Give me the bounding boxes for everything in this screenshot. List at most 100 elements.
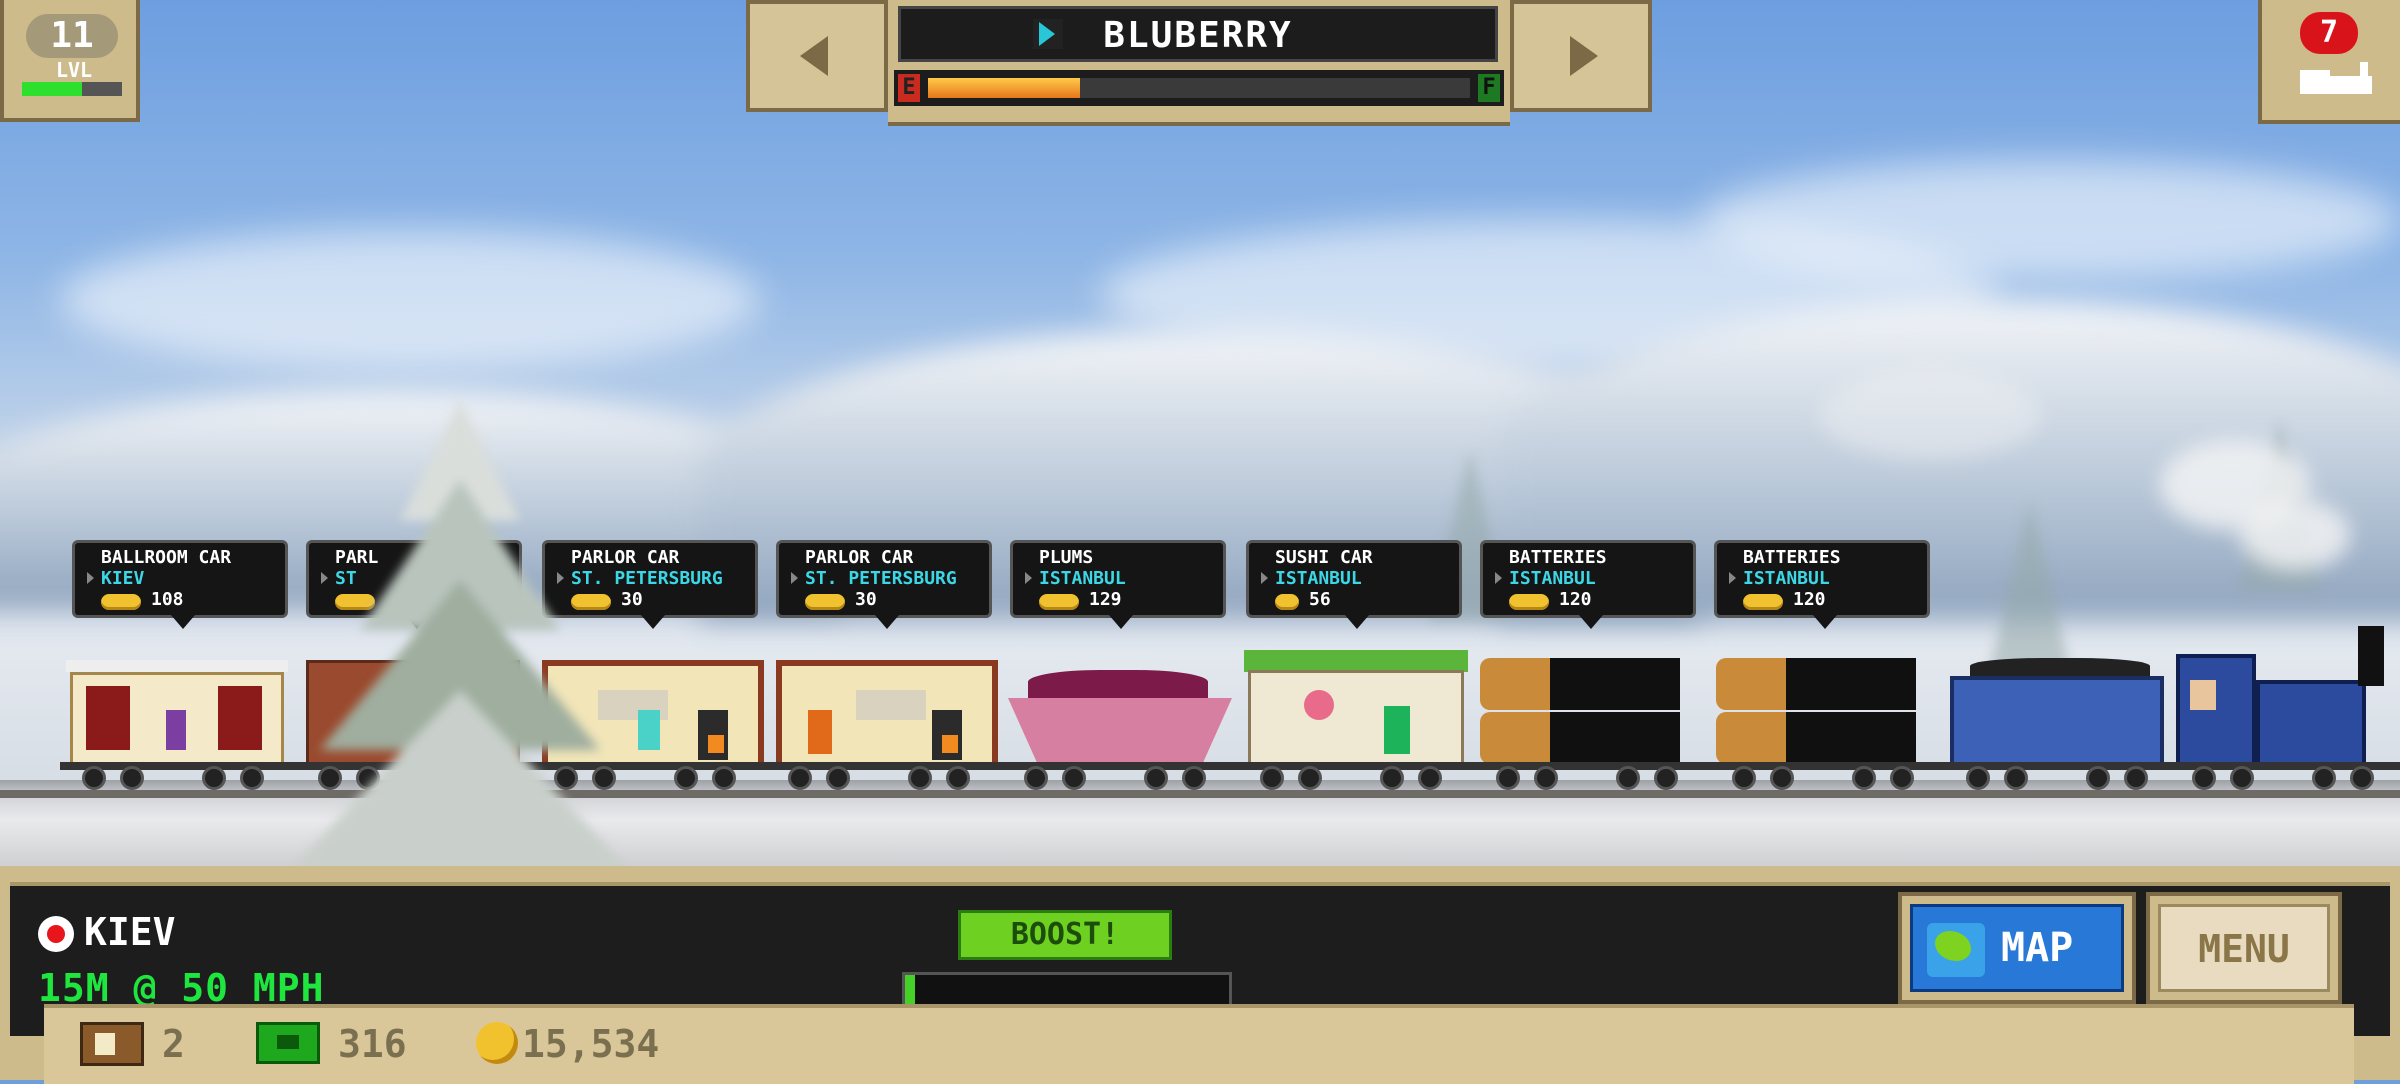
menu-button[interactable]: MENU — [2146, 892, 2342, 1004]
next-train-button[interactable] — [1510, 0, 1652, 112]
car-destination: ISTANBUL — [1275, 568, 1362, 589]
map-button[interactable]: MAP — [1898, 892, 2136, 1004]
wheel — [826, 766, 850, 790]
car-tooltip[interactable]: SUSHI CAR ISTANBUL 56 — [1246, 540, 1462, 629]
car-tooltip[interactable]: BATTERIES ISTANBUL 120 — [1714, 540, 1930, 629]
boost-button[interactable]: BOOST! — [958, 910, 1172, 960]
menu-label: MENU — [2198, 927, 2290, 971]
battery — [1786, 658, 1916, 710]
station-name: KIEV — [84, 910, 176, 954]
car-value: 30 — [855, 589, 877, 610]
smoke-puff — [2240, 500, 2350, 570]
car-tooltip[interactable]: PARLOR CAR ST. PETERSBURG 30 — [776, 540, 992, 629]
smokestack — [2358, 626, 2384, 686]
wheel — [1496, 766, 1520, 790]
crates-count: 2 — [162, 1022, 185, 1066]
wheel — [2086, 766, 2110, 790]
wheel — [674, 766, 698, 790]
passenger — [638, 710, 660, 750]
wheel — [2312, 766, 2336, 790]
car-name: BATTERIES — [1509, 547, 1607, 568]
level-progress-fill — [22, 82, 82, 96]
car-tooltip[interactable]: PLUMS ISTANBUL 129 — [1010, 540, 1226, 629]
level-progress-bar — [22, 82, 122, 96]
car-body — [1248, 670, 1464, 768]
map-icon — [1927, 923, 1985, 977]
plums-car[interactable] — [1008, 650, 1232, 770]
coin-icon — [476, 1022, 518, 1064]
car-name: BALLROOM CAR — [101, 547, 232, 568]
background-tree — [1990, 500, 2070, 670]
crate-icon — [80, 1022, 144, 1066]
cloud — [1700, 160, 2400, 280]
wheel — [1024, 766, 1048, 790]
coin-icon — [1039, 594, 1079, 610]
wheel — [1298, 766, 1322, 790]
wheel — [1260, 766, 1284, 790]
car-body — [1950, 676, 2164, 768]
coal-tender[interactable] — [1950, 650, 2174, 770]
coins-count: 15,534 — [522, 1022, 660, 1066]
car-roof — [66, 660, 288, 672]
car-tooltip[interactable]: BALLROOM CAR KIEV 108 — [72, 540, 288, 629]
car-tooltip[interactable]: BATTERIES ISTANBUL 120 — [1480, 540, 1696, 629]
trains-button[interactable]: 7 — [2258, 0, 2400, 124]
wheel — [946, 766, 970, 790]
train-name-bar: BLUBERRY — [898, 6, 1498, 62]
parlor-car[interactable] — [772, 650, 998, 770]
car-name: SUSHI CAR — [1275, 547, 1373, 568]
station-marker-icon — [38, 916, 74, 952]
battery — [1550, 658, 1680, 710]
boiler — [2256, 680, 2366, 766]
batteries-car[interactable] — [1480, 650, 1704, 770]
previous-train-button[interactable] — [746, 0, 888, 112]
destination-arrow-icon — [1025, 572, 1032, 584]
smoke-puff — [1820, 370, 2040, 460]
fire — [942, 735, 958, 753]
passenger — [1384, 706, 1410, 754]
level-label: LVL — [55, 58, 93, 82]
wheel — [2004, 766, 2028, 790]
car-value: 120 — [1793, 589, 1826, 610]
locomotive-icon — [2300, 60, 2376, 100]
fuel-fill — [928, 78, 1080, 98]
coin-icon — [1509, 594, 1549, 610]
left-arrow-icon — [800, 36, 828, 76]
cloud — [60, 230, 760, 370]
curtain — [86, 686, 130, 750]
resources-bar: 2 316 15,534 — [44, 1004, 2354, 1084]
wheel — [202, 766, 226, 790]
trains-count-badge: 7 — [2300, 12, 2358, 54]
wheel — [2350, 766, 2374, 790]
battery-cap — [1716, 712, 1786, 764]
level-badge[interactable]: 11 LVL — [0, 0, 140, 122]
cash-icon — [256, 1022, 320, 1064]
plums-cargo — [1028, 670, 1208, 700]
wheel — [1380, 766, 1404, 790]
car-roof — [1244, 650, 1468, 672]
map-label: MAP — [2001, 925, 2074, 971]
locomotive[interactable] — [2176, 626, 2400, 770]
car-value: 129 — [1089, 589, 1122, 610]
car-destination: ISTANBUL — [1509, 568, 1596, 589]
destination-arrow-icon — [87, 572, 94, 584]
ballroom-car[interactable] — [66, 650, 290, 770]
destination-arrow-icon — [1729, 572, 1736, 584]
sushi-car[interactable] — [1244, 650, 1468, 770]
batteries-car[interactable] — [1716, 650, 1940, 770]
destination-arrow-icon — [1495, 572, 1502, 584]
destination-arrow-icon — [1261, 572, 1268, 584]
wheel — [1418, 766, 1442, 790]
foreground-tree — [290, 400, 630, 870]
coin-icon — [1743, 594, 1783, 610]
wheel — [908, 766, 932, 790]
wheel — [1062, 766, 1086, 790]
car-name: PARLOR CAR — [805, 547, 914, 568]
wheel — [1144, 766, 1168, 790]
wheel — [2192, 766, 2216, 790]
wheel — [1770, 766, 1794, 790]
battery — [1550, 712, 1680, 764]
wheel — [712, 766, 736, 790]
car-destination: ISTANBUL — [1743, 568, 1830, 589]
wheel — [1890, 766, 1914, 790]
